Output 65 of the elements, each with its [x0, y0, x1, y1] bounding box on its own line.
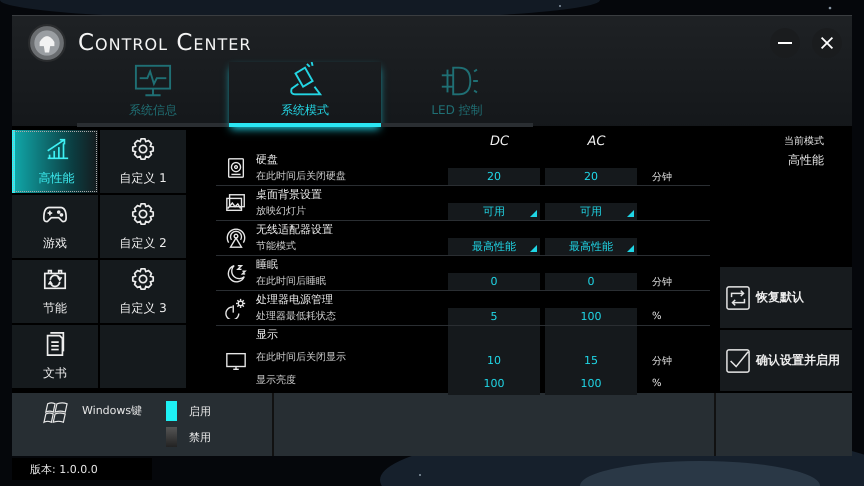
mode-button[interactable]: 游戏 [12, 195, 98, 258]
windows-logo-icon [42, 401, 70, 425]
dropdown-corner-icon [530, 245, 537, 252]
power-gear-icon [225, 297, 247, 319]
setting-title: 处理器电源管理 [256, 292, 334, 308]
value-field[interactable]: 15 [545, 349, 637, 372]
setting-label: 在此时间后关闭硬盘 [256, 170, 347, 184]
value-field[interactable]: 100 [448, 372, 540, 395]
dropdown-field[interactable]: 最高性能 [448, 238, 540, 255]
value-field[interactable]: 100 [545, 372, 637, 395]
gear-icon [130, 201, 156, 227]
moon-icon [225, 262, 247, 284]
setting-title: 桌面背景设置 [256, 187, 323, 203]
setting-title: 硬盘 [256, 152, 279, 168]
setting-label: 在此时间后睡眠 [256, 274, 327, 289]
antenna-icon [225, 227, 247, 249]
mode-button[interactable]: 自定义 1 [100, 130, 186, 193]
setting-title: 无线适配器设置 [256, 222, 334, 238]
mode-button[interactable]: 自定义 2 [100, 195, 186, 258]
toggle-option[interactable]: 启用 [166, 401, 212, 421]
unit-label: 分钟 [651, 276, 672, 290]
gear-icon [130, 266, 156, 292]
column-header: AC [586, 134, 606, 151]
mode-button[interactable]: 自定义 3 [100, 260, 186, 323]
dropdown-field[interactable]: 最高性能 [545, 238, 637, 255]
picture-frame-icon [225, 192, 247, 214]
value-field[interactable]: 10 [448, 349, 540, 372]
value-field[interactable]: 5 [448, 308, 540, 325]
dropdown-corner-icon [627, 210, 634, 217]
dropdown-corner-icon [530, 210, 537, 217]
dropdown-field[interactable]: 可用 [545, 203, 637, 220]
setting-label: 节能模式 [256, 240, 297, 254]
value-field[interactable]: 100 [545, 308, 637, 325]
close-icon [818, 34, 836, 52]
window-title: Control Center [78, 30, 252, 56]
mode-button[interactable]: 节能 [12, 260, 98, 323]
column-header: DC [488, 134, 510, 151]
value-field[interactable]: 20 [545, 168, 637, 185]
mode-button[interactable]: 文书 [12, 325, 98, 388]
current-mode-value: 高性能 [788, 152, 824, 169]
swap-arrows-icon [726, 286, 750, 310]
value-field[interactable]: 0 [545, 273, 637, 290]
unit-label: % [651, 310, 662, 324]
action-button[interactable]: 恢复默认 [720, 267, 852, 328]
setting-label: 在此时间后关闭显示 [256, 350, 347, 365]
action-button[interactable]: 确认设置并启用 [720, 330, 852, 391]
windows-key-label: Windows键 [82, 403, 142, 418]
setting-label: 放映幻灯片 [256, 204, 307, 219]
unit-label: 分钟 [651, 354, 672, 368]
value-field[interactable]: 20 [448, 168, 540, 185]
setting-title: 睡眠 [256, 257, 279, 273]
setting-label: 显示亮度 [256, 374, 297, 388]
checkbox-tick-icon [726, 348, 750, 372]
unit-label: % [651, 377, 662, 391]
value-field[interactable]: 0 [448, 273, 540, 290]
setting-label: 处理器最低耗状态 [256, 310, 337, 324]
dropdown-corner-icon [627, 245, 634, 252]
mode-button[interactable]: 高性能 [12, 130, 98, 193]
current-mode-label: 当前模式 [784, 134, 824, 148]
dropdown-field[interactable]: 可用 [448, 203, 540, 220]
toggle-option[interactable]: 禁用 [166, 427, 212, 447]
unit-label: 分钟 [651, 170, 672, 184]
gear-icon [130, 136, 156, 162]
minimize-icon [778, 42, 792, 44]
setting-title: 显示 [256, 327, 279, 343]
